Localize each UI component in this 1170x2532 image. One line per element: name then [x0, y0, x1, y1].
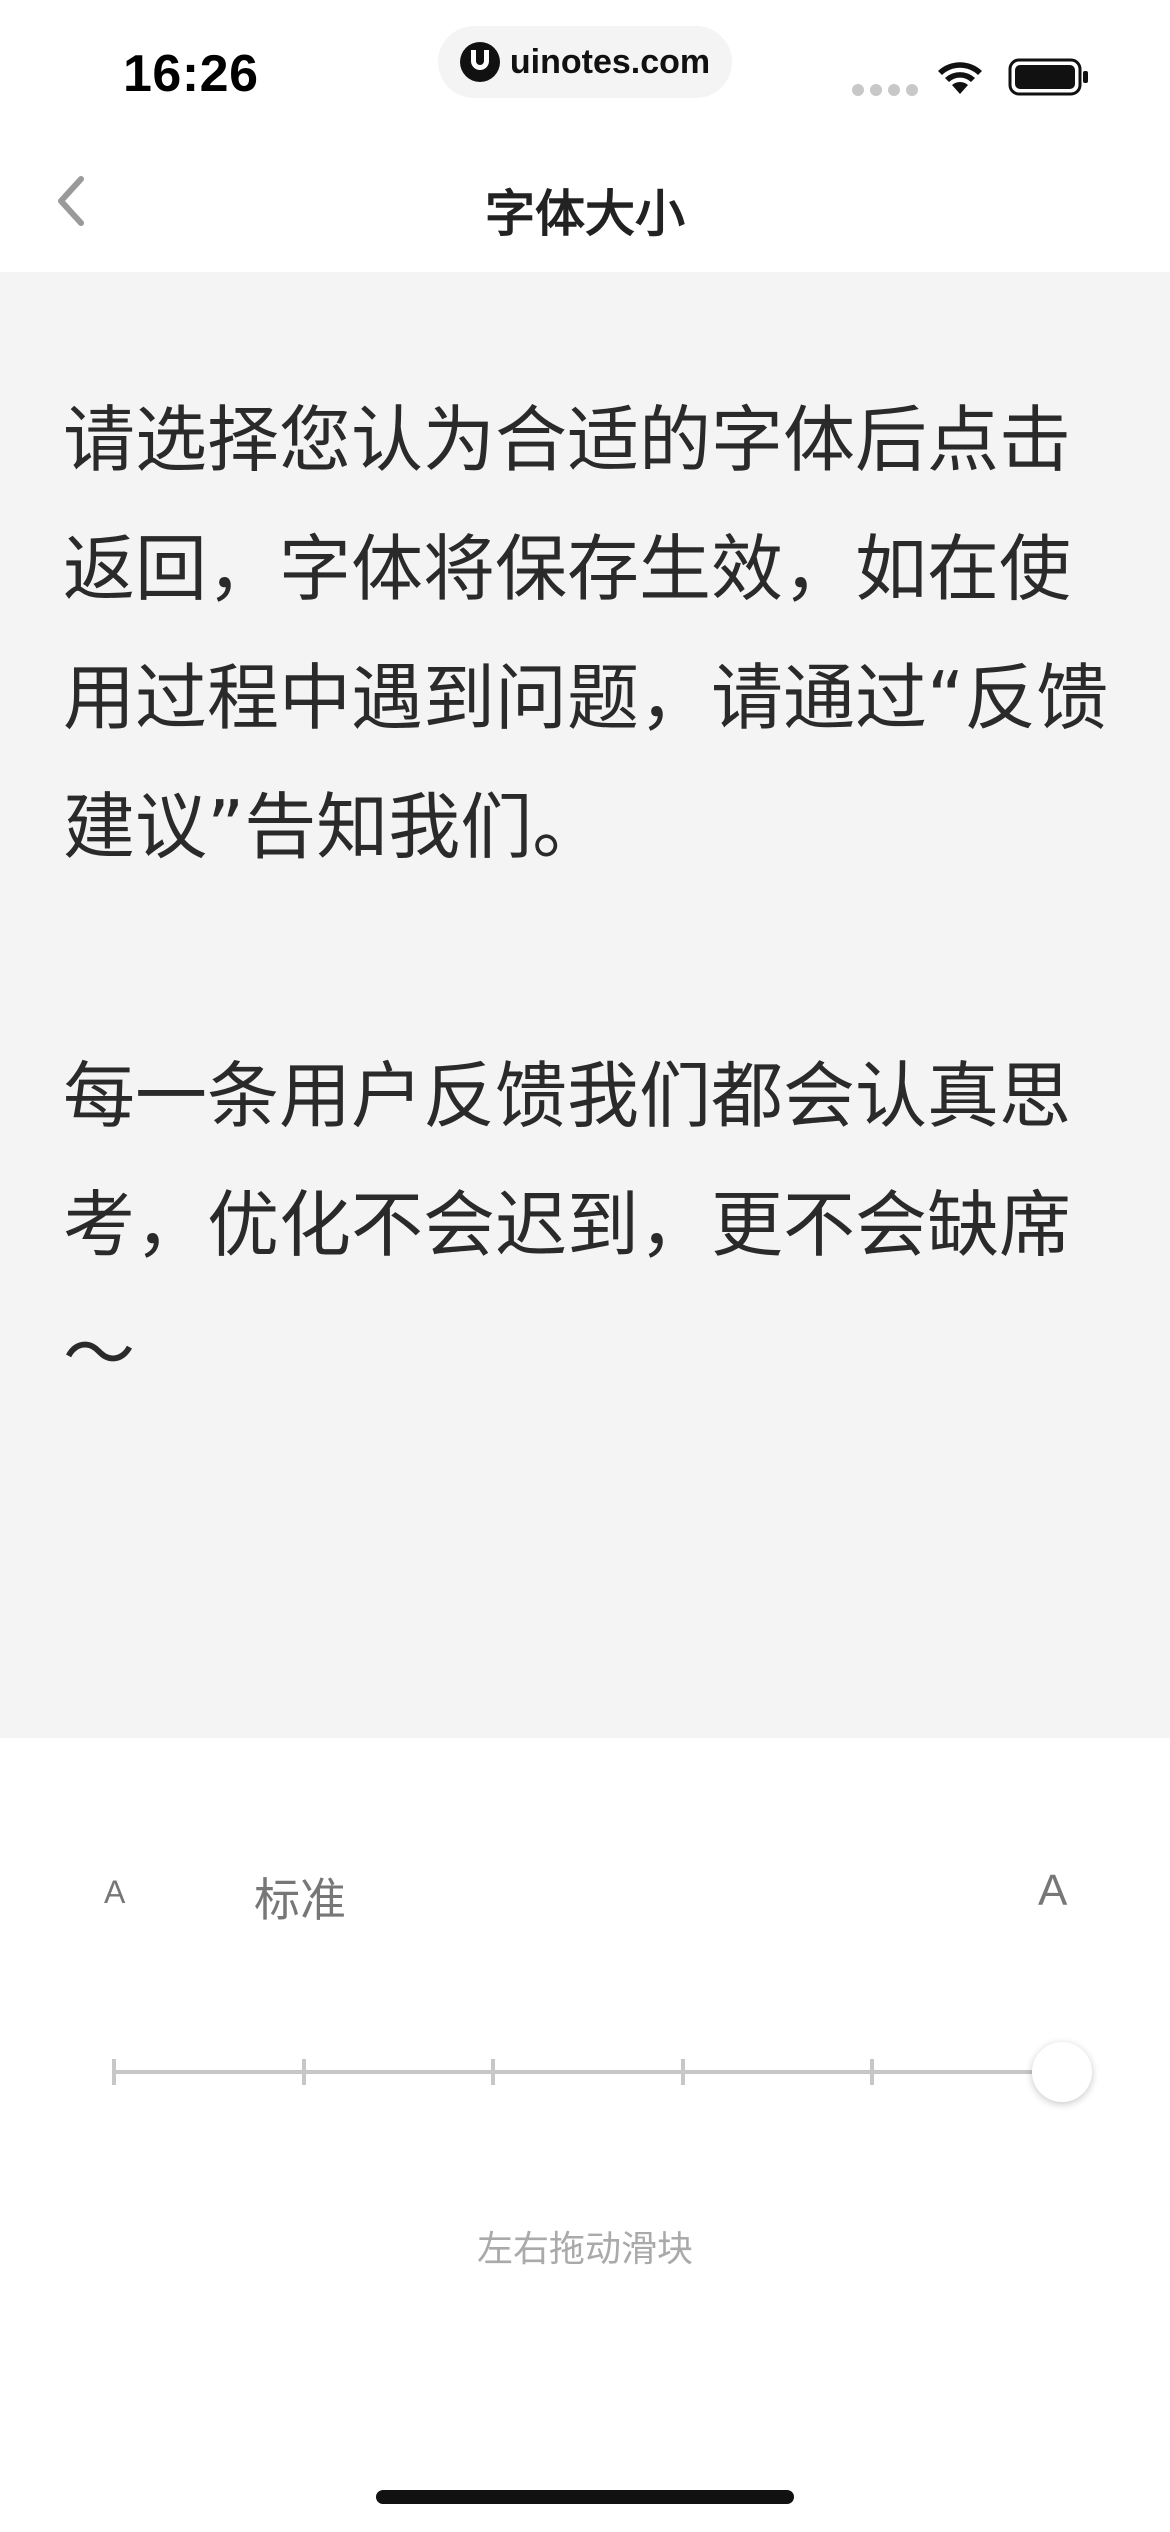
slider-tick[interactable]: [112, 2059, 116, 2085]
site-name: uinotes.com: [509, 42, 711, 81]
large-font-indicator: A: [1038, 1866, 1068, 1915]
font-size-slider[interactable]: [112, 2042, 1092, 2102]
cellular-signal-icon: [852, 84, 918, 96]
slider-tick[interactable]: [491, 2059, 496, 2085]
slider-tick[interactable]: [680, 2059, 685, 2085]
font-preview-area: 请选择您认为合适的字体后点击返回，字体将保存生效，如在使用过程中遇到问题，请通过…: [0, 272, 1170, 1738]
small-font-indicator: A: [104, 1874, 126, 1910]
battery-icon: [1008, 58, 1088, 96]
current-size-label: 标准: [254, 1873, 346, 1927]
font-size-controls: A 标准 A 左右拖动滑块: [0, 1738, 1170, 2532]
slider-tick[interactable]: [301, 2059, 306, 2085]
slider-track[interactable]: [114, 2070, 1062, 2074]
status-bar: 16:26 uinotes.com: [0, 0, 1170, 130]
site-badge: uinotes.com: [438, 26, 732, 98]
preview-paragraph-2: 每一条用户反馈我们都会认真思考，优化不会迟到，更不会缺席～: [63, 1054, 1072, 1396]
status-time: 16:26: [123, 45, 259, 103]
home-indicator[interactable]: [376, 2490, 794, 2504]
navigation-bar: 字体大小: [0, 130, 1170, 272]
wifi-icon: [938, 62, 982, 94]
preview-paragraph-1: 请选择您认为合适的字体后点击返回，字体将保存生效，如在使用过程中遇到问题，请通过…: [63, 398, 1109, 869]
font-size-screen: 16:26 uinotes.com 字体大小 请选择您认为合适的字体后点击返回，…: [0, 0, 1170, 2532]
page-title: 字体大小: [485, 185, 685, 243]
slider-thumb[interactable]: [1032, 2042, 1092, 2102]
drag-hint: 左右拖动滑块: [476, 2229, 693, 2270]
slider-tick[interactable]: [870, 2059, 875, 2085]
site-logo-icon: [459, 42, 500, 82]
